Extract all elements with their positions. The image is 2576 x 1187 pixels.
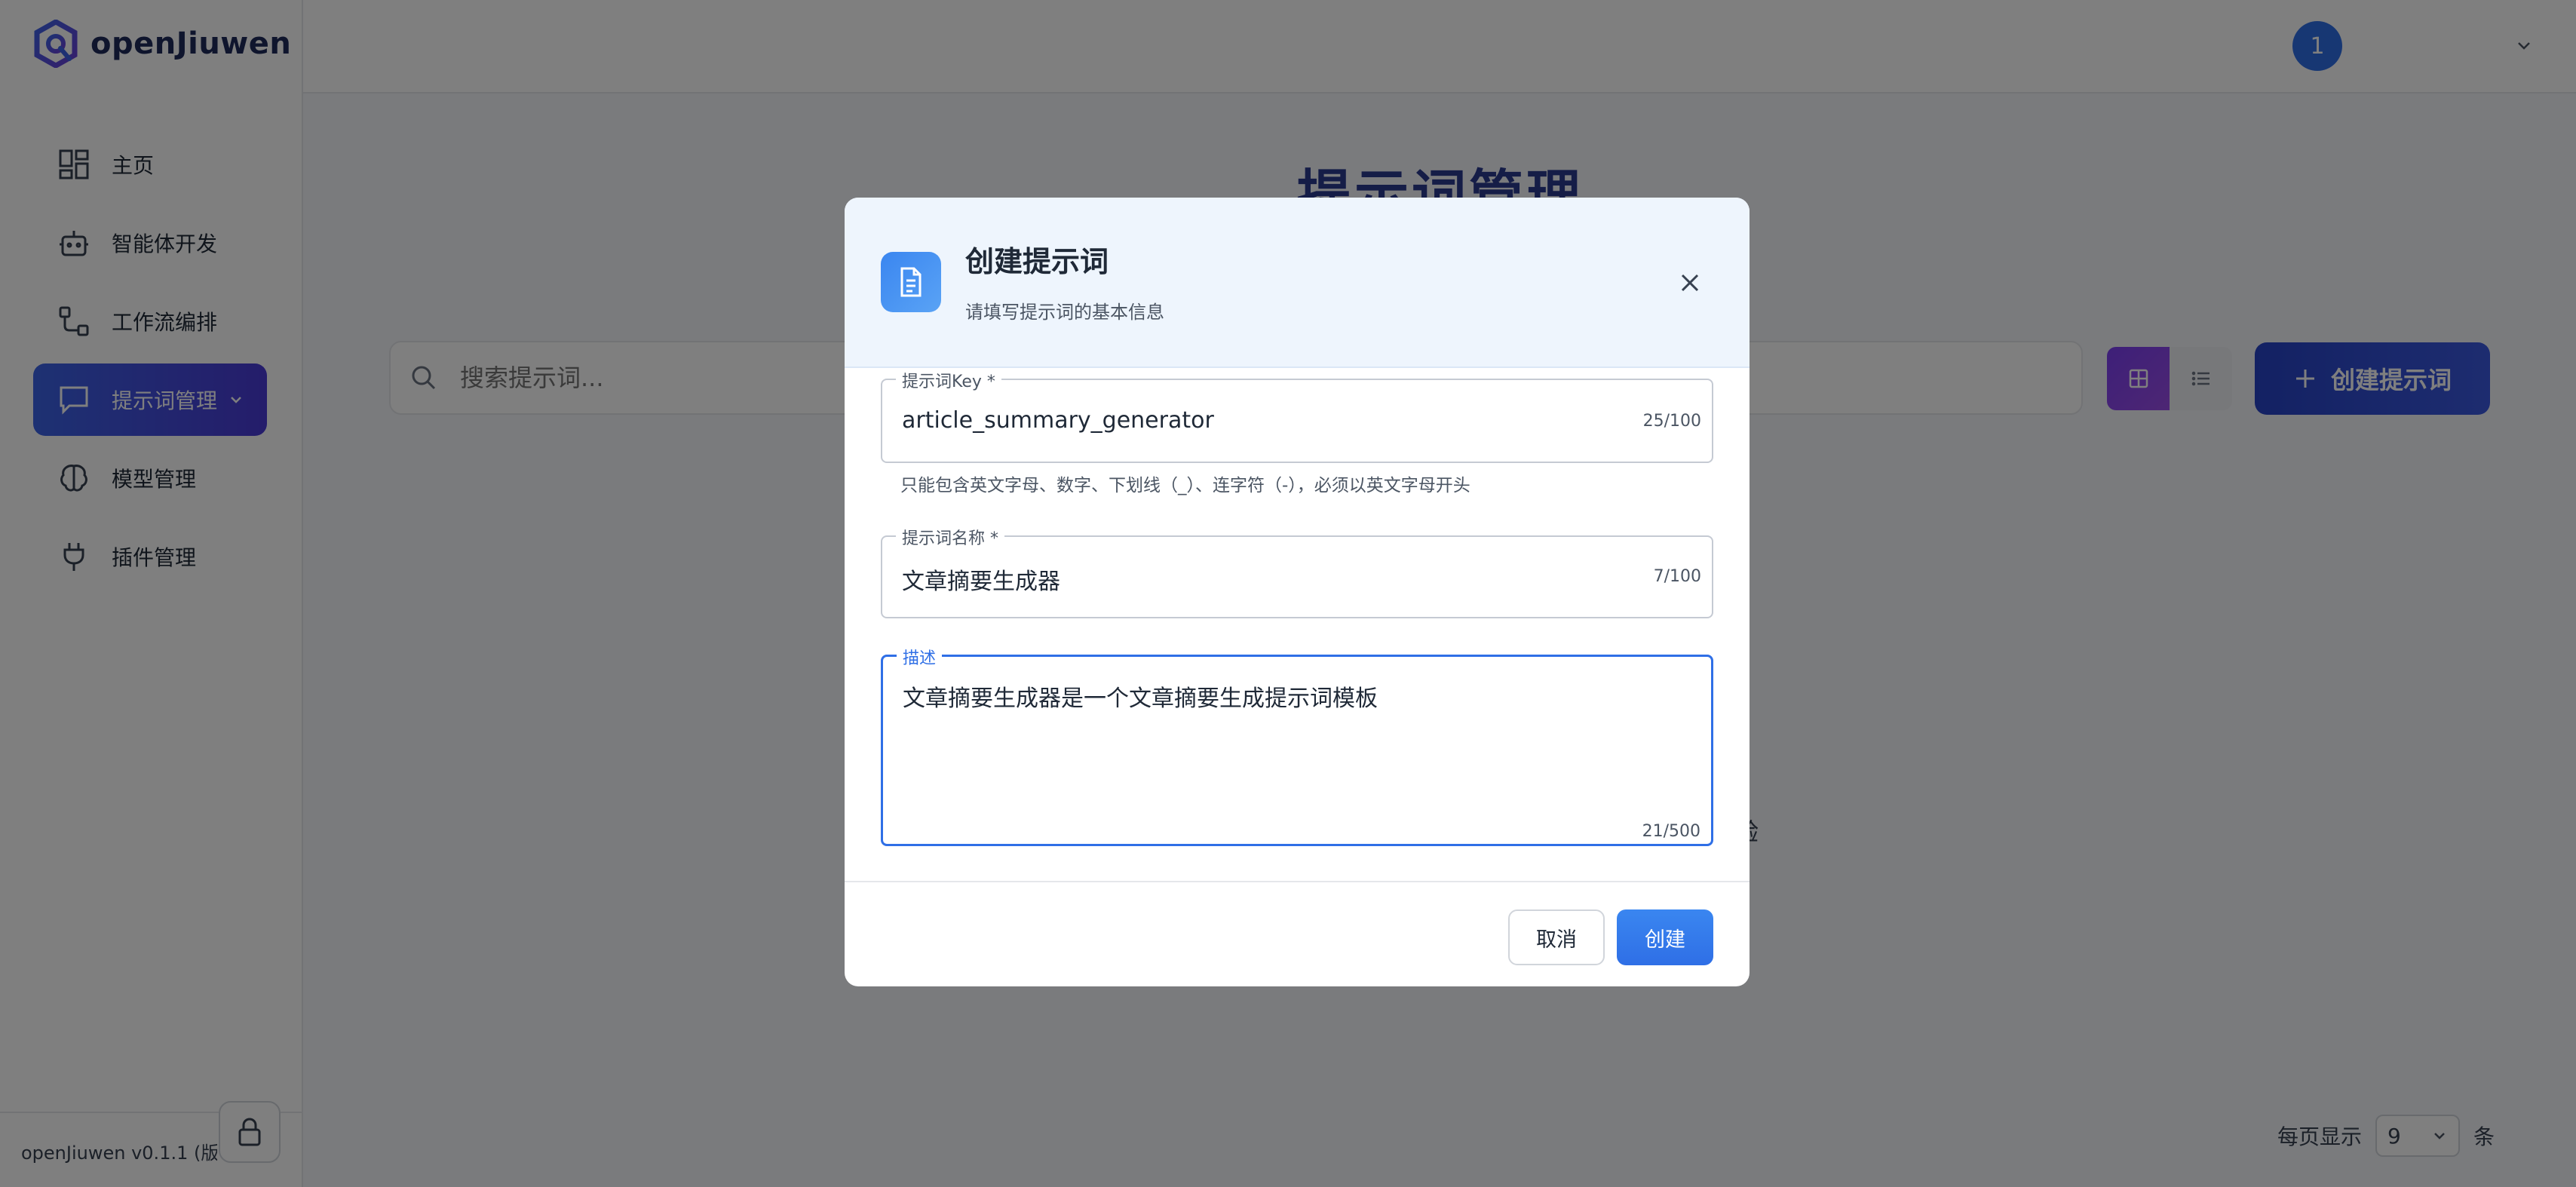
description-label: 描述 (897, 645, 943, 669)
create-button[interactable]: 创建 (1617, 909, 1713, 965)
prompt-key-counter: 25/100 (1642, 412, 1701, 431)
dialog-subtitle: 请填写提示词的基本信息 (965, 302, 1164, 323)
description-value: 文章摘要生成器是一个文章摘要生成提示词模板 (903, 686, 1378, 712)
prompt-key-label: 提示词Key * (896, 368, 1001, 392)
prompt-key-hint: 只能包含英文字母、数字、下划线（_）、连字符（-），必须以英文字母开头 (900, 476, 1470, 495)
close-icon (1681, 274, 1699, 292)
prompt-name-field[interactable]: 提示词名称 * 文章摘要生成器 7/100 (881, 525, 1713, 618)
create-prompt-dialog: 创建提示词 请填写提示词的基本信息 提示词Key * article_summa… (845, 198, 1750, 986)
prompt-key-field[interactable]: 提示词Key * article_summary_generator 25/10… (881, 368, 1713, 463)
document-icon (881, 252, 941, 312)
cancel-button[interactable]: 取消 (1508, 909, 1605, 965)
description-textarea[interactable]: 描述 文章摘要生成器是一个文章摘要生成提示词模板 21/500 (881, 645, 1713, 846)
prompt-name-counter: 7/100 (1653, 567, 1701, 586)
close-button[interactable] (1674, 267, 1706, 299)
dialog-title: 创建提示词 (965, 245, 1109, 278)
prompt-name-label: 提示词名称 * (896, 525, 1004, 549)
dialog-header: 创建提示词 请填写提示词的基本信息 (845, 198, 1750, 368)
prompt-key-value: article_summary_generator (902, 407, 1214, 434)
dialog-footer: 取消 创建 (845, 881, 1750, 986)
prompt-name-value: 文章摘要生成器 (902, 569, 1060, 595)
description-counter: 21/500 (1642, 822, 1700, 841)
